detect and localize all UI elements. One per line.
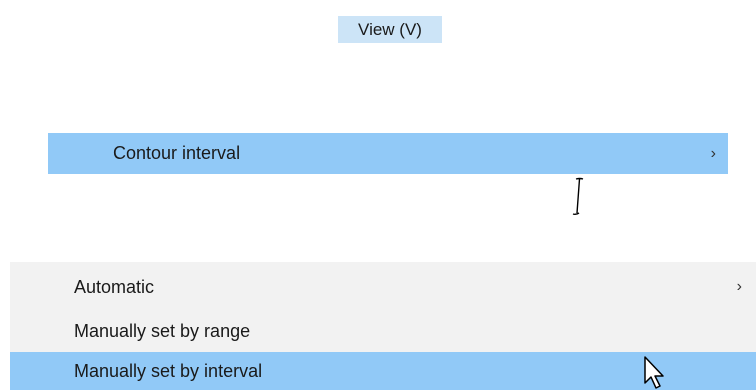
menu-item-contour-interval[interactable]: Contour interval › xyxy=(48,133,728,174)
chevron-right-icon: › xyxy=(710,145,716,162)
submenu-item-manual-range[interactable]: Manually set by range xyxy=(10,314,756,348)
submenu-item-manual-range-label: Manually set by range xyxy=(74,321,251,341)
submenu-item-manual-interval-label: Manually set by interval xyxy=(74,361,263,381)
menu-view[interactable]: View (V) xyxy=(338,16,442,43)
chevron-right-icon: › xyxy=(736,278,742,295)
submenu-item-automatic-label: Automatic xyxy=(74,277,155,297)
menu-item-contour-interval-label: Contour interval xyxy=(113,143,241,163)
arrow-pointer-icon xyxy=(644,356,664,389)
ibeam-cursor-icon xyxy=(572,177,584,216)
submenu-item-automatic[interactable]: Automatic › xyxy=(10,270,756,304)
screen: View (V) Contour interval › Automatic › … xyxy=(0,0,756,390)
menu-view-label: View (V) xyxy=(358,20,422,39)
